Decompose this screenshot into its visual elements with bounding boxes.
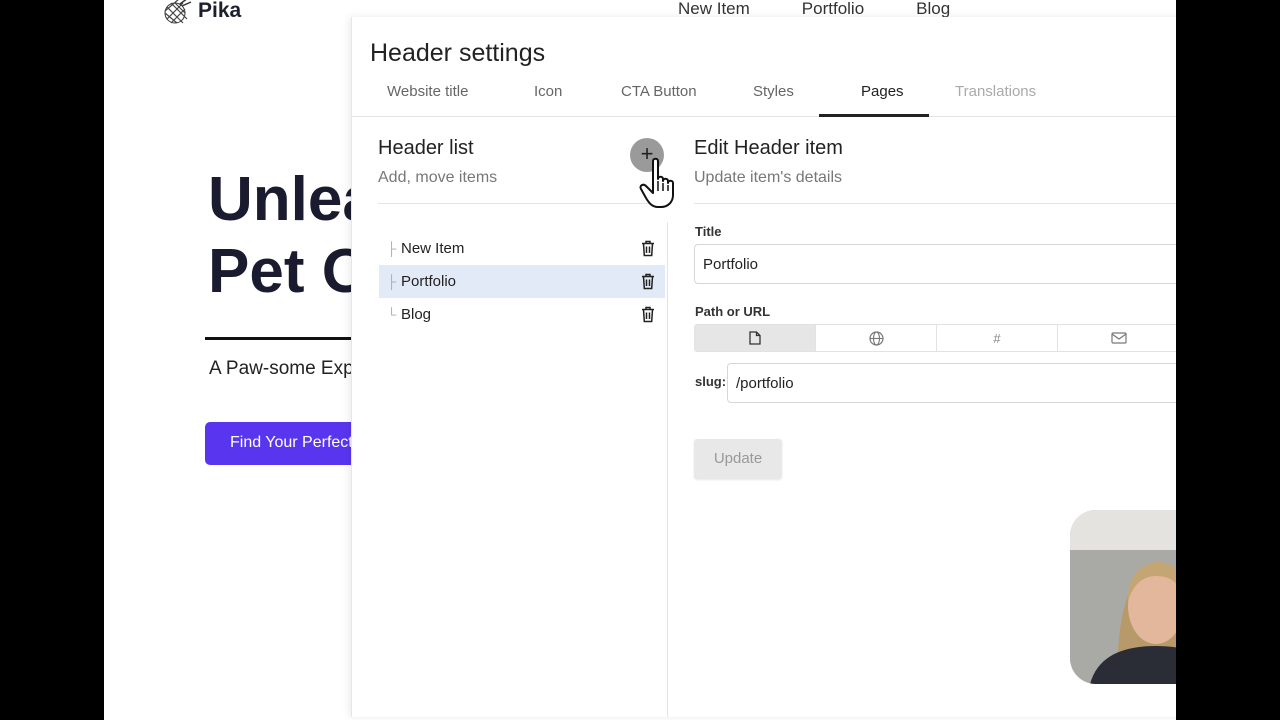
header-list: ├ New Item ├ Portfolio └ Blog (379, 232, 665, 331)
edit-subtitle: Update item's details (694, 169, 843, 186)
tab-icon[interactable]: Icon (534, 83, 562, 100)
title-field-label: Title (695, 224, 722, 239)
path-type-anchor[interactable]: # (937, 325, 1058, 351)
site-logo[interactable]: Pika (162, 0, 241, 24)
tree-branch-icon: └ (387, 307, 397, 322)
tab-website-title[interactable]: Website title (387, 83, 468, 100)
tree-branch-icon: ├ (387, 241, 397, 256)
list-item-blog[interactable]: └ Blog (379, 298, 665, 331)
page-icon (749, 331, 761, 345)
active-tab-indicator (819, 114, 929, 117)
presenter-video-image (1070, 510, 1176, 684)
list-item-label: Portfolio (401, 273, 457, 290)
header-settings-panel: Header settings Website title Icon CTA B… (351, 17, 1176, 717)
edit-header-divider (694, 203, 1176, 204)
trash-icon[interactable] (641, 306, 655, 323)
title-input[interactable]: Portfolio (694, 244, 1176, 284)
path-field-label: Path or URL (695, 304, 771, 319)
screen: Pika New Item Portfolio Blog Unlea Pet O… (104, 0, 1176, 720)
mail-icon (1110, 332, 1127, 344)
list-header-divider (378, 203, 668, 204)
update-button[interactable]: Update (694, 439, 782, 479)
trash-icon[interactable] (641, 240, 655, 257)
tab-styles[interactable]: Styles (753, 83, 794, 100)
list-item-label: Blog (401, 306, 432, 323)
trash-icon[interactable] (641, 273, 655, 290)
path-type-selector: # (694, 324, 1176, 352)
tab-translations[interactable]: Translations (955, 83, 1036, 100)
globe-icon (868, 330, 884, 346)
list-item-new-item[interactable]: ├ New Item (379, 232, 665, 265)
path-type-url[interactable] (816, 325, 937, 351)
list-item-label: New Item (401, 240, 465, 257)
path-type-page[interactable] (695, 325, 816, 351)
pineapple-logo-icon (164, 0, 192, 24)
list-item-portfolio[interactable]: ├ Portfolio (379, 265, 665, 298)
slug-label: slug: (695, 374, 727, 389)
settings-tabs: Website title Icon CTA Button Styles Pag… (352, 79, 1176, 117)
header-list-section: Header list Add, move items (378, 137, 666, 187)
edit-header-item-section: Edit Header item Update item's details (694, 137, 1176, 187)
hero-subtitle: A Paw-some Exp (209, 358, 354, 379)
site-logo-text: Pika (198, 0, 242, 22)
tab-cta-button[interactable]: CTA Button (621, 83, 697, 100)
panel-title: Header settings (370, 39, 546, 67)
edit-title: Edit Header item (694, 137, 843, 159)
hand-cursor-icon (639, 157, 674, 208)
column-divider (667, 222, 668, 717)
slug-input[interactable]: /portfolio (727, 363, 1176, 403)
header-list-subtitle: Add, move items (378, 169, 498, 186)
tab-pages[interactable]: Pages (861, 83, 904, 100)
tree-branch-icon: ├ (387, 274, 397, 289)
hash-icon: # (993, 330, 1001, 346)
path-type-email[interactable] (1058, 325, 1176, 351)
header-list-title: Header list (378, 137, 474, 159)
webcam-overlay (1070, 510, 1176, 684)
